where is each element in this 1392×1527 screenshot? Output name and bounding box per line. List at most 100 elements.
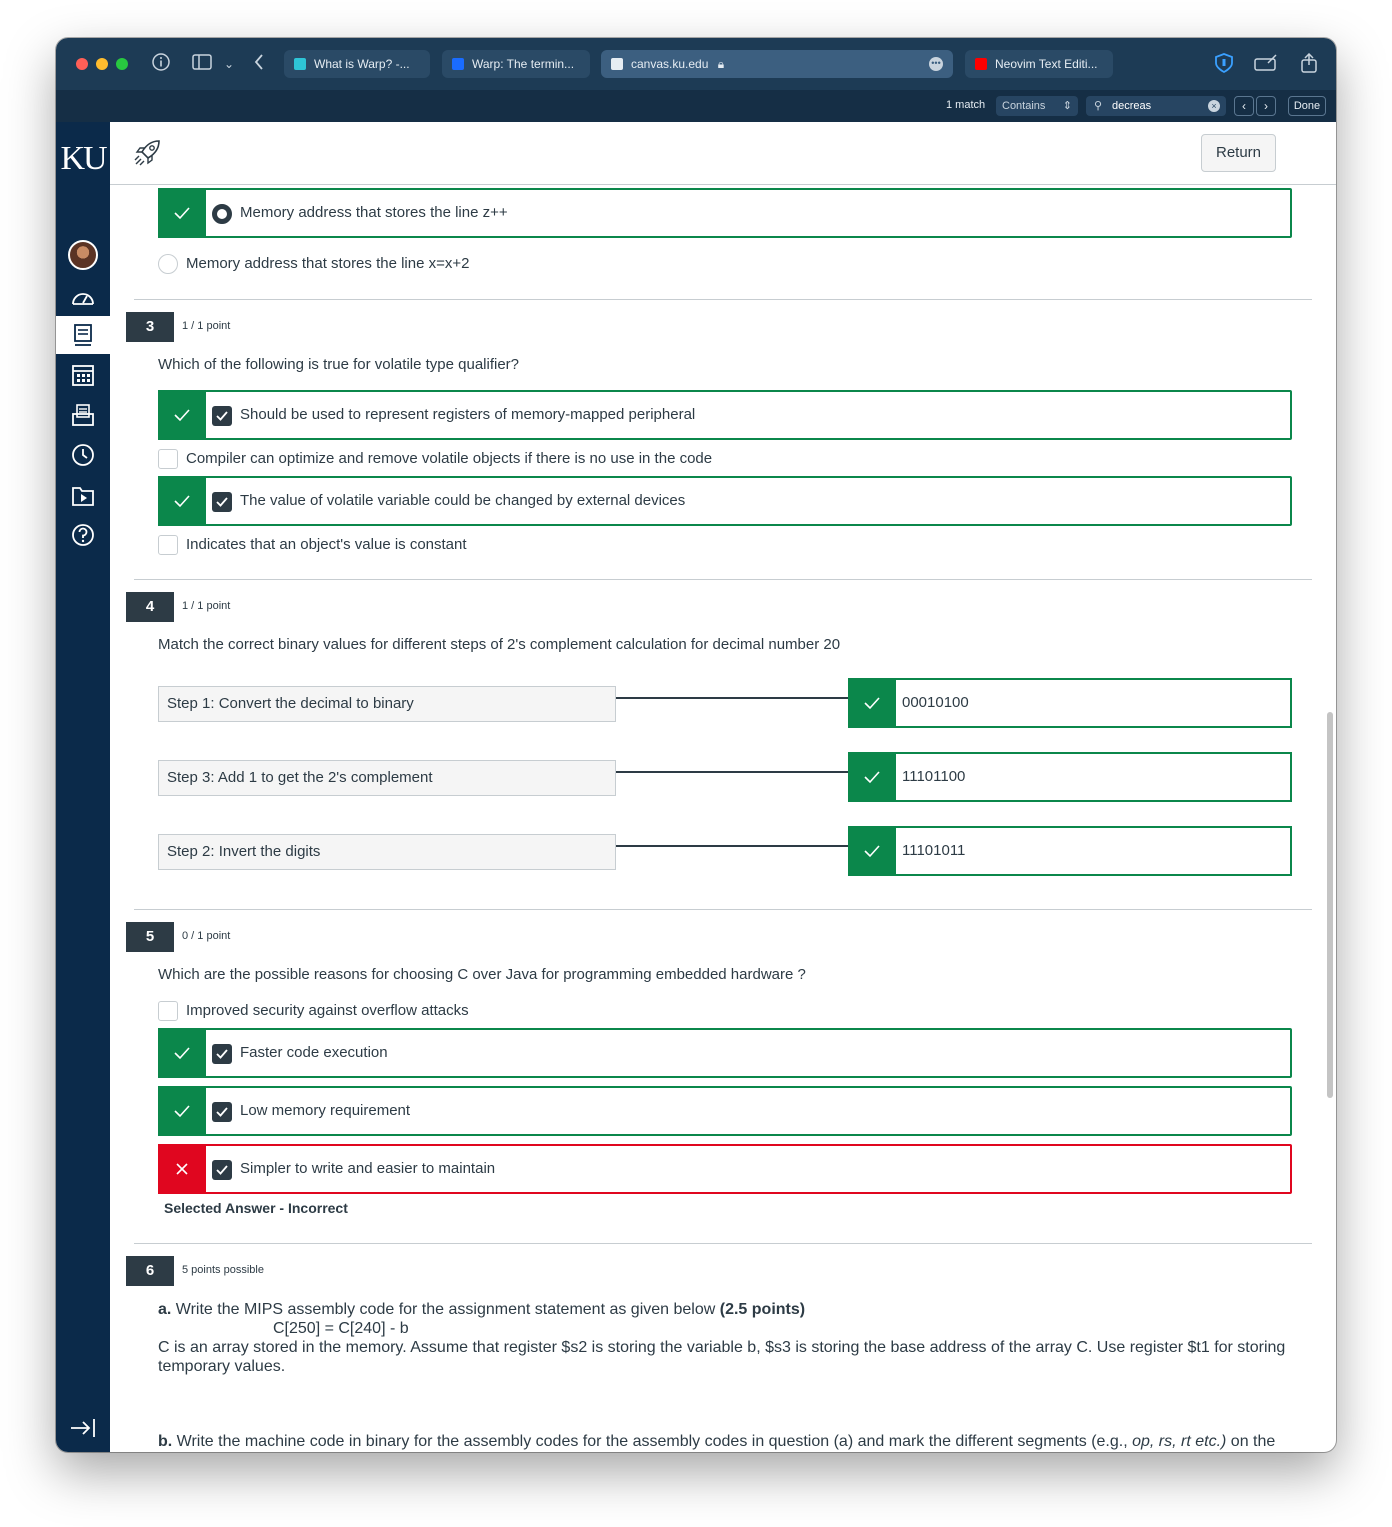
tab-title: What is Warp? -... xyxy=(314,57,410,71)
minimize-window-button[interactable] xyxy=(96,58,108,70)
quiz-content: Memory address that stores the line z++ … xyxy=(110,186,1336,1452)
nav-account[interactable] xyxy=(56,236,110,274)
matching-step: Step 3: Add 1 to get the 2's complement xyxy=(158,760,616,796)
question-points: 0 / 1 point xyxy=(182,930,231,942)
answer-correct: Should be used to represent registers of… xyxy=(158,390,1292,440)
find-mode-select[interactable]: Contains ⇕ xyxy=(996,96,1078,116)
chevron-updown-icon: ⇕ xyxy=(1062,100,1072,112)
find-next-button[interactable]: › xyxy=(1256,96,1276,116)
zoom-window-button[interactable] xyxy=(116,58,128,70)
return-button[interactable]: Return xyxy=(1201,134,1276,172)
nav-inbox[interactable] xyxy=(56,396,110,434)
find-done-button[interactable]: Done xyxy=(1288,96,1326,116)
matching-answer-correct: 11101100 xyxy=(848,752,1292,802)
checkbox-unchecked[interactable] xyxy=(158,1001,178,1021)
radio-selected[interactable] xyxy=(212,204,232,224)
question-points: 1 / 1 point xyxy=(182,320,231,332)
check-icon xyxy=(158,1086,206,1136)
warp-favicon-icon xyxy=(452,58,464,70)
checkbox-checked[interactable] xyxy=(212,1160,232,1180)
question-3: 3 1 / 1 point Which of the following is … xyxy=(126,300,1312,580)
part-b-italic: op, rs, rt etc.) xyxy=(1132,1433,1227,1450)
checkbox-checked[interactable] xyxy=(212,1044,232,1064)
chevron-down-icon[interactable]: ⌄ xyxy=(224,53,234,75)
collapse-nav-icon[interactable] xyxy=(69,1416,97,1440)
question-points: 5 points possible xyxy=(182,1264,264,1276)
tab-neovim[interactable]: Neovim Text Editi... xyxy=(965,50,1113,78)
matching-answer-correct: 11101011 xyxy=(848,826,1292,876)
part-a-points: (2.5 points) xyxy=(719,1301,806,1318)
nav-dashboard[interactable] xyxy=(56,278,110,316)
matching-step: Step 1: Convert the decimal to binary xyxy=(158,686,616,722)
part-b-text: Write the machine code in binary for the… xyxy=(172,1433,1133,1450)
tab-warp-terminal[interactable]: Warp: The termin... xyxy=(442,50,590,78)
checkbox-checked[interactable] xyxy=(212,406,232,426)
part-b-tail: on the xyxy=(1226,1433,1276,1450)
matching-value: 00010100 xyxy=(902,694,969,711)
password-icon[interactable] xyxy=(1254,53,1278,78)
answer-feedback: Selected Answer - Incorrect xyxy=(164,1200,348,1216)
answer-label: Compiler can optimize and remove volatil… xyxy=(186,450,713,467)
scrollbar[interactable] xyxy=(1327,712,1333,1098)
assignment-statement: C[250] = C[240] - b xyxy=(273,1320,409,1337)
check-icon xyxy=(848,752,896,802)
nav-studio[interactable] xyxy=(56,476,110,514)
nav-calendar[interactable] xyxy=(56,356,110,394)
tab-canvas[interactable]: canvas.ku.edu 🔒︎ ••• xyxy=(601,50,953,78)
clear-icon[interactable]: × xyxy=(1208,100,1220,112)
find-bar: 1 match Contains ⇕ ⚲ decreas × ‹ › Done xyxy=(56,90,1336,122)
answer-correct: Faster code execution xyxy=(158,1028,1292,1078)
check-icon xyxy=(158,1028,206,1078)
check-icon xyxy=(158,390,206,440)
answer-label: Indicates that an object's value is cons… xyxy=(186,536,467,553)
nav-help[interactable] xyxy=(56,516,110,554)
radio-unselected[interactable] xyxy=(158,254,178,274)
check-icon xyxy=(158,188,206,238)
search-icon: ⚲ xyxy=(1094,100,1103,112)
warp-favicon-icon xyxy=(294,58,306,70)
tab-title: canvas.ku.edu xyxy=(631,57,709,71)
courses-icon xyxy=(74,324,92,346)
question-points: 1 / 1 point xyxy=(182,600,231,612)
share-icon[interactable] xyxy=(1300,52,1318,78)
question-text: a. Write the MIPS assembly code for the … xyxy=(158,1300,1298,1376)
checkbox-checked[interactable] xyxy=(212,1102,232,1122)
matching-connector xyxy=(616,771,848,773)
info-icon[interactable] xyxy=(152,53,170,76)
part-a-label: a. xyxy=(158,1301,172,1318)
dashboard-icon xyxy=(72,293,94,305)
question-text: Which are the possible reasons for choos… xyxy=(158,966,806,983)
find-input[interactable]: ⚲ decreas × xyxy=(1086,96,1226,116)
find-previous-button[interactable]: ‹ xyxy=(1234,96,1254,116)
sidebar-toggle-icon[interactable] xyxy=(192,53,212,76)
global-navigation: KU xyxy=(56,122,110,1452)
ku-logo[interactable]: KU xyxy=(60,140,107,178)
clock-icon xyxy=(72,444,94,466)
question-number: 5 xyxy=(126,922,174,952)
nav-courses[interactable] xyxy=(56,316,110,354)
shield-icon[interactable] xyxy=(1214,53,1234,78)
matching-step: Step 2: Invert the digits xyxy=(158,834,616,870)
canvas-favicon-icon xyxy=(611,58,623,70)
quiz-header: Return xyxy=(110,122,1336,185)
more-icon[interactable]: ••• xyxy=(929,57,943,71)
answer-label: The value of volatile variable could be … xyxy=(240,492,686,509)
title-bar: ⌄ What is Warp? -... Warp: The termin...… xyxy=(56,38,1336,90)
back-icon[interactable] xyxy=(254,53,264,76)
close-window-button[interactable] xyxy=(76,58,88,70)
tab-warp-what[interactable]: What is Warp? -... xyxy=(284,50,430,78)
checkbox-unchecked[interactable] xyxy=(158,535,178,555)
checkbox-checked[interactable] xyxy=(212,492,232,512)
answer-label: Low memory requirement xyxy=(240,1102,411,1119)
question-text: Which of the following is true for volat… xyxy=(158,356,520,373)
checkbox-unchecked[interactable] xyxy=(158,449,178,469)
matching-connector xyxy=(616,845,848,847)
nav-history[interactable] xyxy=(56,436,110,474)
matching-answer-correct: 00010100 xyxy=(848,678,1292,728)
question-number: 4 xyxy=(126,592,174,622)
question-number: 6 xyxy=(126,1256,174,1286)
question-5: 5 0 / 1 point Which are the possible rea… xyxy=(126,910,1312,1242)
check-icon xyxy=(158,476,206,526)
calendar-icon xyxy=(72,365,94,386)
question-4: 4 1 / 1 point Match the correct binary v… xyxy=(126,580,1312,908)
